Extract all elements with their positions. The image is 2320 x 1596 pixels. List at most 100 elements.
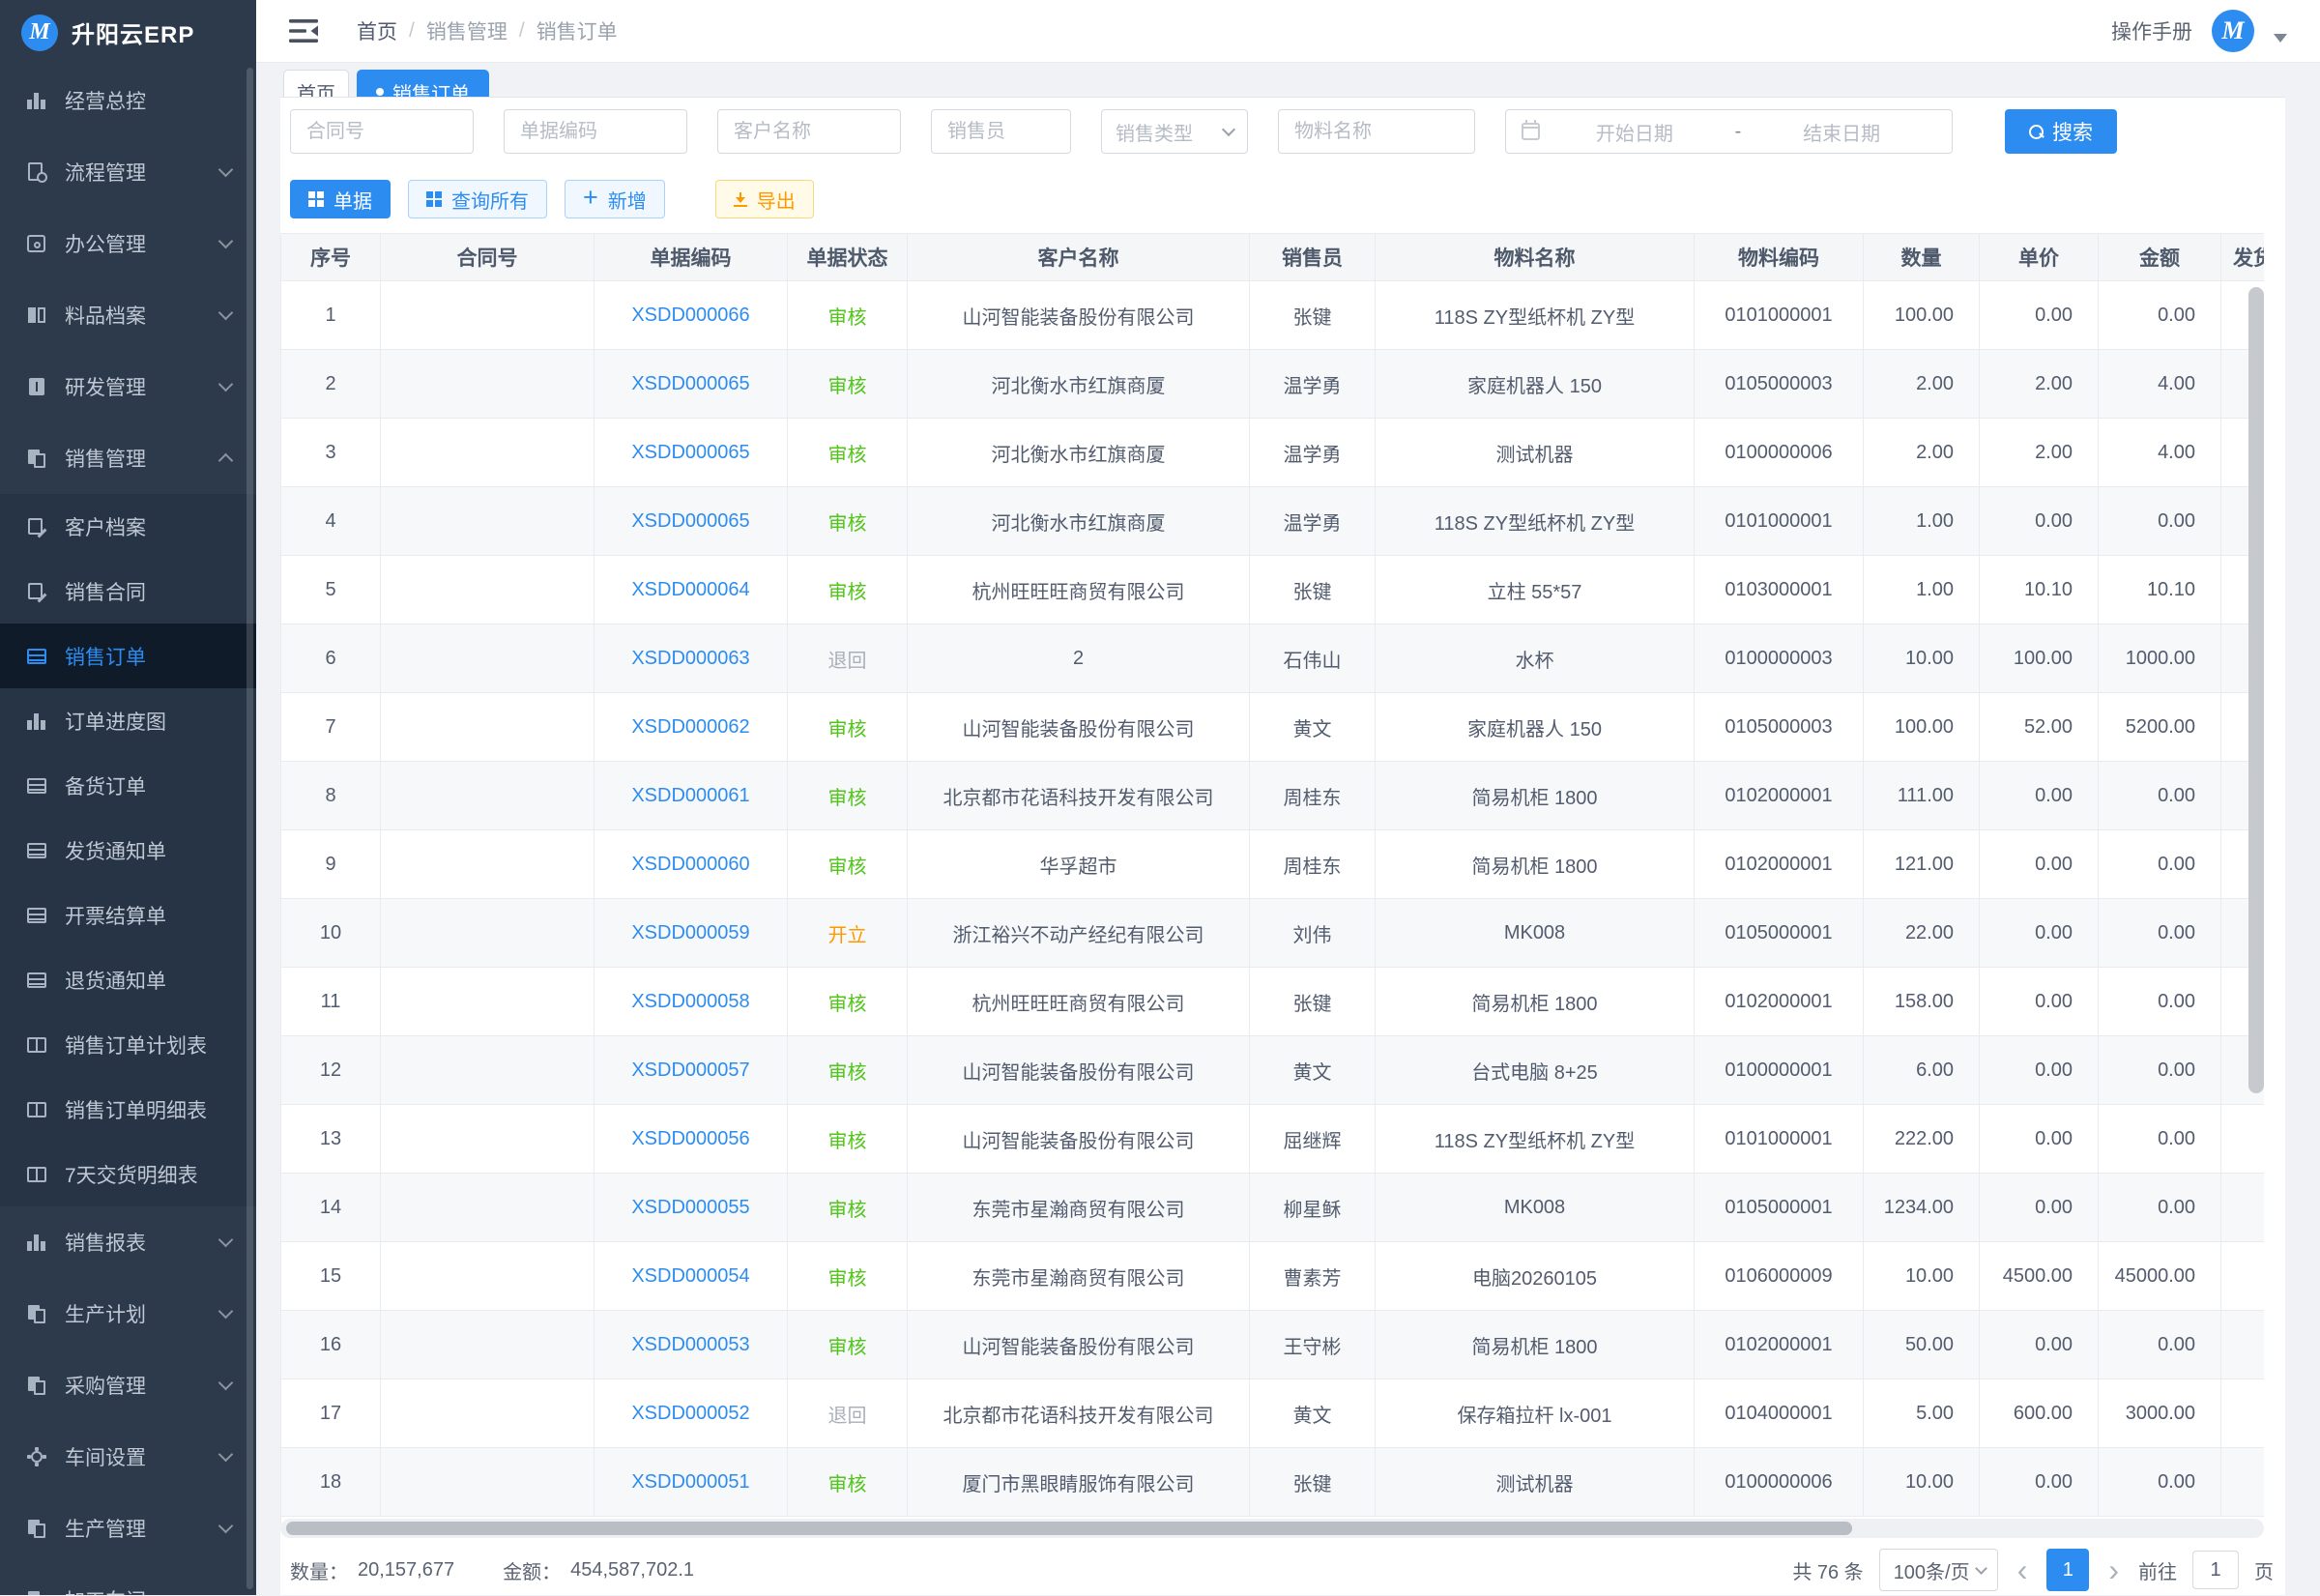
sidebar-subitem[interactable]: 开票结算单 — [0, 883, 256, 947]
unit-price-cell: 0.00 — [1980, 830, 2099, 898]
salesperson-cell: 曹素芳 — [1250, 1242, 1376, 1310]
sidebar-item[interactable]: 车间设置 — [0, 1421, 256, 1493]
vertical-scrollbar-thumb[interactable] — [2248, 287, 2264, 1093]
user-menu-caret-icon[interactable] — [2274, 34, 2287, 43]
sidebar-item[interactable]: 研发管理 — [0, 351, 256, 422]
doc-code-link[interactable]: XSDD000064 — [631, 579, 749, 601]
start-date-placeholder[interactable]: 开始日期 — [1540, 118, 1729, 146]
doc-code-link[interactable]: XSDD000052 — [631, 1403, 749, 1425]
doc-code-link[interactable]: XSDD000060 — [631, 854, 749, 876]
next-page-button[interactable]: › — [2104, 1554, 2123, 1585]
doc-code-link[interactable]: XSDD000065 — [631, 442, 749, 464]
doc-code-link[interactable]: XSDD000065 — [631, 373, 749, 395]
sidebar-subitem-label: 7天交货明细表 — [65, 1160, 256, 1189]
doc-code-link[interactable]: XSDD000056 — [631, 1128, 749, 1150]
current-page-button[interactable]: 1 — [2046, 1549, 2089, 1591]
sidebar-subitem[interactable]: 销售订单 — [0, 624, 256, 688]
sidebar-subitem[interactable]: 客户档案 — [0, 494, 256, 559]
quantity-cell: 158.00 — [1864, 968, 1980, 1035]
page-size-select[interactable]: 100条/页 — [1879, 1549, 1998, 1591]
tab-home[interactable]: 首页 — [283, 70, 349, 97]
unit-price-cell: 0.00 — [1980, 1311, 2099, 1378]
seq-cell: 11 — [281, 968, 381, 1035]
sidebar-subitem[interactable]: 退货通知单 — [0, 947, 256, 1012]
sidebar-collapse-icon[interactable] — [289, 18, 318, 44]
doc-code-link[interactable]: XSDD000054 — [631, 1265, 749, 1288]
doc-code-link[interactable]: XSDD000051 — [631, 1471, 749, 1494]
status-badge: 审核 — [828, 1194, 867, 1222]
table-row: 6 XSDD000063 退回 2 石伟山 水杯 0100000003 10.0… — [281, 624, 2264, 693]
sidebar-subitem[interactable]: 发货通知单 — [0, 818, 256, 883]
table-row: 1 XSDD000066 审核 山河智能装备股份有限公司 张键 118S ZY型… — [281, 281, 2264, 350]
doc-code-link[interactable]: XSDD000063 — [631, 648, 749, 670]
doc-code-link[interactable]: XSDD000066 — [631, 305, 749, 327]
amount-cell: 0.00 — [2099, 1448, 2221, 1516]
sidebar-subitem[interactable]: 订单进度图 — [0, 688, 256, 753]
material-code-cell: 0100000006 — [1695, 1448, 1864, 1516]
customer-cell: 杭州旺旺旺商贸有限公司 — [908, 556, 1250, 624]
doc-code-link[interactable]: XSDD000053 — [631, 1334, 749, 1356]
sales-type-select[interactable]: 销售类型 — [1101, 109, 1248, 154]
sidebar-item[interactable]: 生产管理 — [0, 1493, 256, 1564]
column-header-label: 销售员 — [1282, 243, 1343, 272]
user-avatar[interactable]: M — [2212, 10, 2254, 52]
sidebar-item[interactable]: 销售管理 — [0, 422, 256, 494]
status-badge: 审核 — [828, 782, 867, 810]
doc-code-link[interactable]: XSDD000059 — [631, 922, 749, 944]
export-button[interactable]: 导出 — [715, 180, 814, 218]
date-range-picker[interactable]: 开始日期 - 结束日期 — [1505, 109, 1953, 154]
manual-link[interactable]: 操作手册 — [2111, 16, 2192, 45]
sidebar-subitem[interactable]: 销售合同 — [0, 559, 256, 624]
salesperson-cell: 温学勇 — [1250, 419, 1376, 486]
ship-qty-cell — [2221, 1242, 2264, 1310]
material-name-input[interactable] — [1278, 109, 1475, 154]
prev-page-button[interactable]: ‹ — [2014, 1554, 2032, 1585]
material-code-cell: 0105000001 — [1695, 1174, 1864, 1241]
doc-code-link[interactable]: XSDD000061 — [631, 785, 749, 807]
doc-code-link[interactable]: XSDD000057 — [631, 1059, 749, 1082]
documents-button[interactable]: 单据 — [290, 180, 391, 218]
sidebar-item[interactable]: 销售报表 — [0, 1206, 256, 1278]
breadcrumb-home[interactable]: 首页 — [357, 16, 397, 45]
sidebar-item[interactable]: 生产计划 — [0, 1278, 256, 1349]
material-name-cell: 118S ZY型纸杯机 ZY型 — [1376, 1105, 1695, 1173]
sidebar-item[interactable]: 经营总控 — [0, 65, 256, 136]
material-name-cell: MK008 — [1376, 1174, 1695, 1241]
seq-cell: 3 — [281, 419, 381, 486]
sidebar-scrollbar-thumb[interactable] — [246, 68, 253, 1589]
sidebar-item[interactable]: 采购管理 — [0, 1349, 256, 1421]
sidebar-subitem[interactable]: 销售订单明细表 — [0, 1077, 256, 1142]
table-row: 7 XSDD000062 审核 山河智能装备股份有限公司 黄文 家庭机器人 15… — [281, 693, 2264, 762]
sidebar-item-label: 销售报表 — [65, 1228, 203, 1257]
page-unit-label: 页 — [2254, 1556, 2274, 1584]
sidebar-item[interactable]: 加工车间 — [0, 1564, 256, 1595]
search-button[interactable]: 搜索 — [2005, 109, 2117, 154]
tab-active-dot-icon — [376, 88, 384, 96]
seq-cell: 9 — [281, 830, 381, 898]
seq-cell: 12 — [281, 1036, 381, 1104]
customer-name-input[interactable] — [717, 109, 901, 154]
sidebar-item[interactable]: 办公管理 — [0, 208, 256, 279]
doc-code-input[interactable] — [504, 109, 687, 154]
horizontal-scrollbar-thumb[interactable] — [286, 1522, 1852, 1535]
sidebar-item[interactable]: 流程管理 — [0, 136, 256, 208]
doc-code-link[interactable]: XSDD000065 — [631, 510, 749, 533]
status-badge: 审核 — [828, 1125, 867, 1153]
end-date-placeholder[interactable]: 结束日期 — [1747, 118, 1936, 146]
contract-no-input[interactable] — [290, 109, 474, 154]
breadcrumb-sales-mgmt[interactable]: 销售管理 — [426, 16, 508, 45]
sidebar-subitem[interactable]: 7天交货明细表 — [0, 1142, 256, 1206]
sidebar-item[interactable]: 料品档案 — [0, 279, 256, 351]
doc-code-link[interactable]: XSDD000058 — [631, 991, 749, 1013]
sidebar-subitem[interactable]: 销售订单计划表 — [0, 1012, 256, 1077]
tab-sales-order[interactable]: 销售订单 — [357, 70, 489, 97]
sidebar-subitem[interactable]: 备货订单 — [0, 753, 256, 818]
doc-code-link[interactable]: XSDD000055 — [631, 1197, 749, 1219]
horizontal-scrollbar-track[interactable] — [280, 1519, 2264, 1538]
menu-icon — [26, 1232, 47, 1253]
goto-page-input[interactable] — [2192, 1551, 2239, 1589]
doc-code-link[interactable]: XSDD000062 — [631, 716, 749, 739]
salesperson-input[interactable] — [931, 109, 1071, 154]
add-button[interactable]: + 新增 — [565, 180, 665, 218]
query-all-button[interactable]: 查询所有 — [408, 180, 547, 218]
